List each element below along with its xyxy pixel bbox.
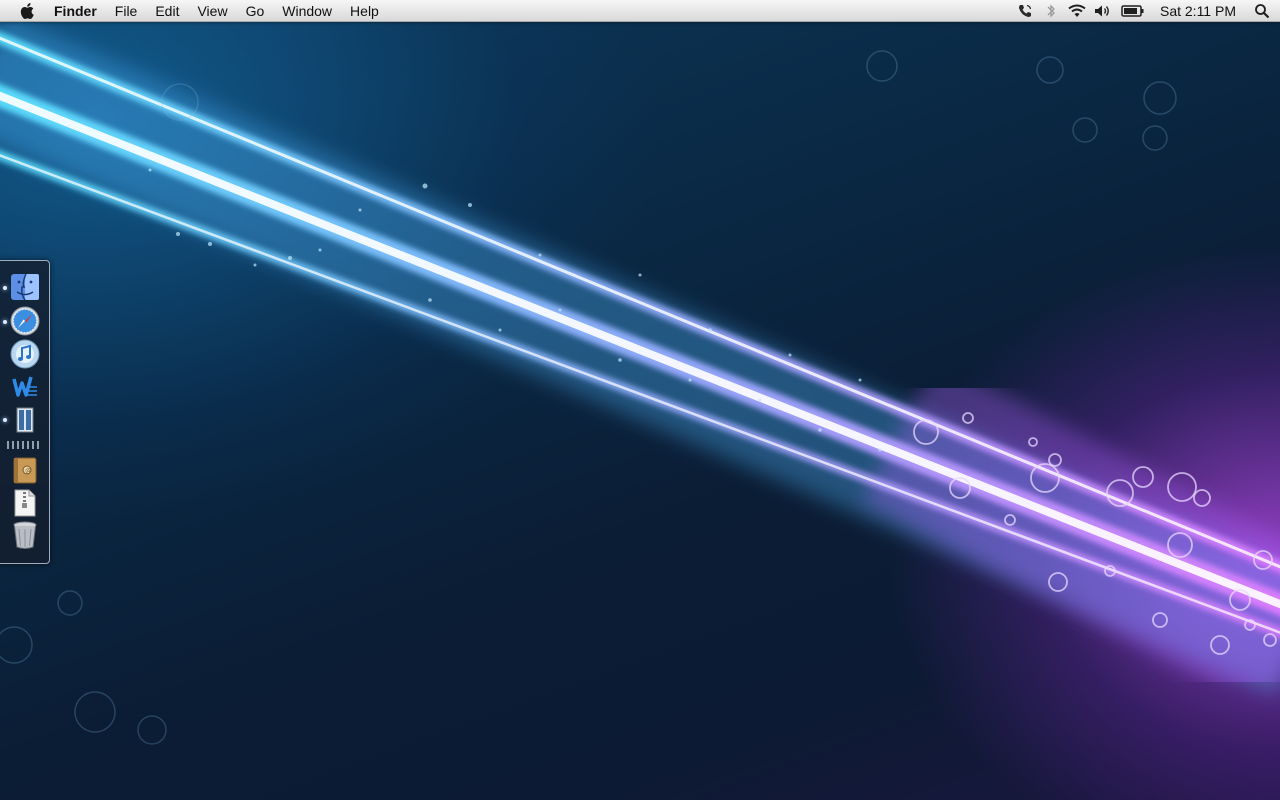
light-beams-art — [0, 14, 1280, 745]
safari-compass-icon — [10, 306, 40, 336]
status-area: Sat 2:11 PM — [1012, 0, 1280, 22]
dock: @ — [0, 260, 50, 564]
running-indicator — [3, 418, 7, 422]
word-w-icon — [12, 376, 37, 397]
apple-menu-icon[interactable] — [18, 1, 38, 21]
desktop-wallpaper — [0, 0, 1280, 800]
battery-icon[interactable] — [1116, 0, 1150, 22]
itunes-icon — [10, 339, 40, 369]
finder-icon — [11, 273, 39, 301]
dock-item-window-app[interactable] — [9, 404, 41, 436]
trash-icon — [13, 521, 37, 549]
dock-item-address-book[interactable]: @ — [9, 454, 41, 486]
running-indicator — [3, 286, 7, 290]
wifi-icon[interactable] — [1064, 0, 1090, 22]
menu-file[interactable]: File — [106, 0, 147, 22]
menu-view[interactable]: View — [188, 0, 236, 22]
dock-item-trash[interactable] — [9, 519, 41, 551]
dock-item-zip-archive[interactable] — [9, 487, 41, 519]
spotlight-search-icon[interactable] — [1250, 0, 1274, 22]
menu-go[interactable]: Go — [237, 0, 274, 22]
dock-item-safari[interactable] — [9, 305, 41, 337]
bluetooth-icon[interactable] — [1038, 0, 1064, 22]
svg-text:@: @ — [25, 468, 31, 475]
dock-item-word[interactable] — [9, 371, 41, 403]
menu-edit[interactable]: Edit — [146, 0, 188, 22]
window-app-icon — [16, 407, 34, 433]
menu-window[interactable]: Window — [273, 0, 341, 22]
volume-icon[interactable] — [1090, 0, 1116, 22]
running-indicator — [3, 320, 7, 324]
dock-item-itunes[interactable] — [9, 338, 41, 370]
dock-item-finder[interactable] — [9, 271, 41, 303]
dock-separator — [7, 441, 41, 449]
menu-clock[interactable]: Sat 2:11 PM — [1150, 3, 1250, 19]
zip-file-icon — [14, 489, 36, 517]
menu-app-name[interactable]: Finder — [52, 0, 106, 22]
menu-help[interactable]: Help — [341, 0, 388, 22]
menu-bar: Finder File Edit View Go Window Help Sat… — [0, 0, 1280, 22]
address-book-icon: @ — [13, 457, 37, 484]
phone-icon[interactable] — [1012, 0, 1038, 22]
